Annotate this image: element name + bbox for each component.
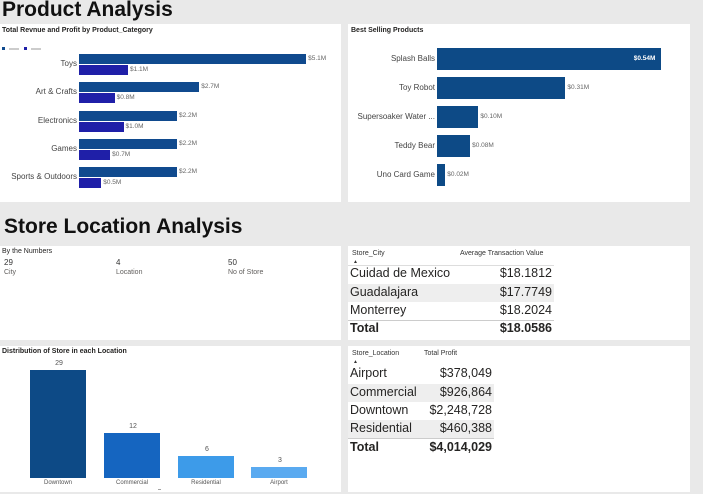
location-label: Location [116,269,143,276]
profit-data-label: $0.8M [116,94,135,102]
store-location-analysis-title: Store Location Analysis [4,215,243,238]
product-bar [437,135,471,157]
best-selling-panel[interactable]: Best Selling Products Splash Balls $0.54M… [348,24,690,202]
store-count: 50 [228,258,237,267]
table-row: Residential $460,388 [348,420,494,438]
distribution-title: Distribution of Store in each Location [2,348,127,355]
profit-data-label: $1.0M [125,122,144,130]
profit-bar [79,149,111,160]
revenue-bar [79,54,307,64]
revenue-chart-title: Total Revnue and Profit by Product_Categ… [2,27,153,34]
product-bar [437,48,661,70]
profit-bar [79,121,124,132]
store-count-bar [251,466,307,478]
store-count-bar [178,455,234,478]
location-count: 4 [116,258,121,267]
table-row: Airport $378,049 [350,366,492,380]
profit-data-label: $0.5M [103,179,122,187]
location-column-header[interactable]: Store_Location [352,350,399,357]
revenue-data-label: $2.2M [178,168,198,176]
city-transaction-panel[interactable]: Store_City ▲ Average Transaction Value C… [348,246,690,340]
city-count: 29 [4,258,13,267]
store-label: No of Store [228,269,264,276]
table-row: Monterrey $18.2024 [350,303,552,317]
profit-bar [79,93,115,104]
store-count-label: 12 [129,423,137,431]
city-label: City [4,269,17,276]
table-row: Cuidad de Mexico $18.1812 [350,266,552,280]
category-label: Electronics [37,115,77,125]
store-count-label: 6 [205,445,209,453]
avg-transaction-column-header[interactable]: Average Transaction Value [460,250,543,257]
distribution-panel[interactable]: Distribution of Store in each Location 2… [0,346,341,492]
product-data-label: $0.31M [567,84,590,91]
revenue-bar [79,167,177,178]
product-bar [437,106,479,128]
product-data-label: $0.02M [447,171,469,178]
product-data-label: $0.08M [472,142,494,149]
table-row: Downtown $2,248,728 [350,403,492,417]
category-label: Sports & Outdoors [11,172,77,182]
store-count-bar [104,433,160,478]
profit-bar [79,178,102,189]
location-axis-label: Downtown [43,480,72,486]
total-profit-column-header[interactable]: Total Profit [424,350,457,357]
total-row: Total $18.0586 [350,321,552,335]
best-selling-title: Best Selling Products [351,27,424,34]
revenue-profit-panel[interactable]: Total Revnue and Profit by Product_Categ… [0,24,341,202]
revenue-data-label: $2.2M [178,111,198,119]
revenue-bar [79,138,177,149]
location-axis-label: Commercial [115,480,148,486]
profit-data-label: $0.7M [112,150,131,158]
location-profit-panel[interactable]: Store_Location ▲ Total Profit Airport $37… [348,346,690,492]
product-bar [437,164,446,186]
category-label: Games [51,143,77,153]
total-row: Total $4,014,029 [350,440,492,454]
legend-marker [2,37,42,50]
revenue-data-label: $2.7M [201,83,220,91]
product-bar [437,77,566,99]
category-label: Art & Crafts [35,87,77,97]
profit-bar [79,65,128,75]
product-data-label: $0.10M [480,113,503,120]
product-label: Teddy Bear [394,141,435,150]
product-label: Toy Robot [398,83,435,92]
axis-title-marker: ▬ [158,487,161,491]
product-label: Splash Balls [390,54,435,63]
store-count-label: 29 [55,360,63,367]
location-axis-label: Residential [191,480,221,486]
location-axis-label: Airport [270,480,288,486]
product-data-label: $0.54M [633,55,656,62]
store-count-label: 3 [278,456,282,464]
revenue-bar [79,82,200,93]
revenue-data-label: $2.2M [178,139,198,147]
store-count-bar [30,370,86,478]
product-label: Uno Card Game [376,170,435,179]
by-the-numbers-title: By the Numbers [2,248,53,255]
table-row: Commercial $926,864 [348,384,494,402]
product-label: Supersoaker Water ... [357,112,435,121]
product-analysis-title: Product Analysis [2,0,173,21]
profit-data-label: $1.1M [129,66,149,73]
table-row: Guadalajara $17.7749 [348,284,554,302]
revenue-data-label: $5.1M [308,55,327,62]
revenue-bar [79,110,177,121]
category-label: Toys [60,59,77,68]
city-column-header[interactable]: Store_City [352,250,385,257]
by-the-numbers-panel: By the Numbers 29 City 4 Location 50 No … [0,246,341,340]
